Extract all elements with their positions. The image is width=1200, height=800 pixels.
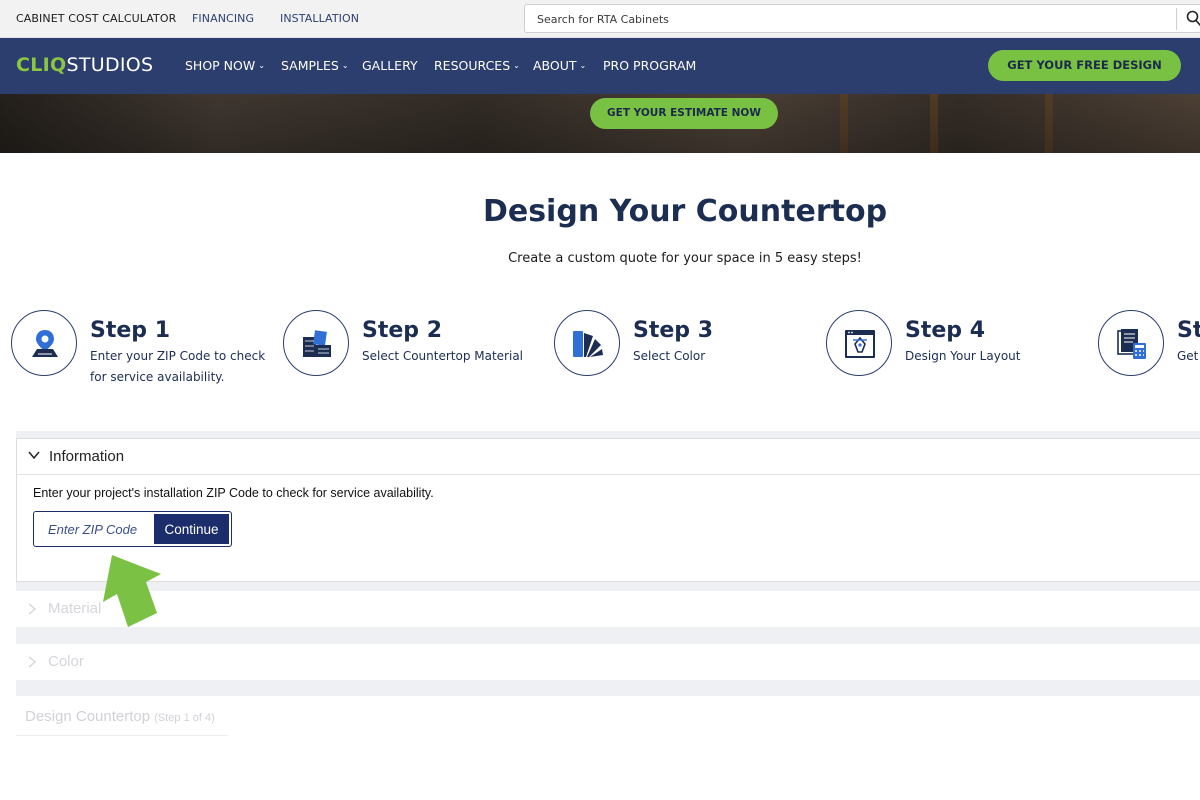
cliqstudios-logo[interactable]: CLIQSTUDIOS	[16, 54, 153, 76]
material-tiles-icon	[303, 330, 331, 357]
search-divider	[1176, 8, 1177, 30]
page-subtitle: Create a custom quote for your space in …	[508, 251, 862, 266]
design-divider	[16, 735, 228, 736]
step-1-description: Enter your ZIP Code to check for service…	[90, 346, 265, 388]
chevron-right-icon	[28, 656, 37, 668]
continue-button[interactable]: Continue	[154, 514, 229, 544]
design-countertop-section: Design Countertop (Step 1 of 4)	[16, 696, 1200, 800]
search-placeholder: Search for RTA Cabinets	[537, 13, 669, 26]
green-arrow-annotation	[103, 555, 161, 627]
zip-code-input[interactable]	[36, 514, 154, 544]
location-pin-icon	[32, 330, 58, 357]
design-pen-icon	[845, 330, 875, 358]
color-section[interactable]: Color	[16, 644, 1200, 680]
cabinet-cost-calculator-link[interactable]: CABINET COST CALCULATOR	[16, 12, 176, 25]
zip-code-form: Continue	[33, 511, 232, 547]
step-5-title: St	[1177, 318, 1200, 343]
chevron-down-icon: ⌄	[341, 61, 349, 70]
nav-samples[interactable]: SAMPLES ⌄	[281, 58, 349, 73]
step-2-desc-line: Select Countertop Material	[362, 349, 524, 363]
chevron-down-icon: ⌄	[579, 61, 587, 70]
installation-link[interactable]: INSTALLATION	[280, 12, 359, 25]
step-3-title: Step 3	[633, 318, 713, 343]
chevron-down-icon: ⌄	[513, 61, 520, 70]
chevron-down-icon: ⌄	[258, 61, 265, 70]
nav-pro-program-label: PRO PROGRAM	[603, 58, 697, 73]
step-5-desc-line: Get	[1177, 349, 1199, 363]
nav-samples-label: SAMPLES	[281, 58, 339, 73]
information-instructions: Enter your project's installation ZIP Co…	[33, 486, 434, 500]
nav-resources[interactable]: RESOURCES ⌄	[434, 58, 520, 73]
nav-gallery-label: GALLERY	[362, 58, 418, 73]
step-1-circle	[11, 310, 77, 376]
chevron-right-icon	[28, 603, 37, 615]
step-3-desc-line: Select Color	[633, 349, 706, 363]
information-header[interactable]: Information	[17, 439, 1200, 475]
logo-cliq: CLIQ	[16, 54, 67, 76]
hero-banner: GET YOUR ESTIMATE NOW	[0, 94, 1200, 153]
main-nav: CLIQSTUDIOS SHOP NOW ⌄ SAMPLES ⌄ GALLERY R…	[0, 38, 1200, 94]
step-1-desc-line: Enter your ZIP Code to check	[90, 349, 266, 363]
step-2-description: Select Countertop Material	[362, 346, 523, 367]
logo-studios: STUDIOS	[66, 54, 154, 76]
step-5-circle	[1098, 310, 1164, 376]
step-3-description: Select Color	[633, 346, 705, 367]
step-4-circle	[826, 310, 892, 376]
get-estimate-button[interactable]: GET YOUR ESTIMATE NOW	[590, 98, 778, 129]
information-title: Information	[49, 448, 125, 465]
page-title: Design Your Countertop	[482, 194, 888, 229]
step-3-circle	[554, 310, 620, 376]
color-swatch-icon	[573, 331, 603, 357]
nav-about-label: ABOUT	[533, 58, 577, 73]
design-countertop-title: Design Countertop (Step 1 of 4)	[25, 708, 215, 725]
nav-pro-program[interactable]: PRO PROGRAM	[603, 58, 696, 73]
chevron-down-icon	[28, 451, 40, 460]
information-section: Information Enter your project's install…	[16, 438, 1200, 582]
step-1-desc-line: for service availability.	[90, 370, 225, 384]
nav-resources-label: RESOURCES	[434, 58, 511, 73]
step-2-title: Step 2	[362, 318, 442, 343]
step-4-description: Design Your Layout	[905, 346, 1020, 367]
step-2-circle	[283, 310, 349, 376]
nav-shop-now[interactable]: SHOP NOW ⌄	[185, 58, 265, 73]
design-countertop-label: Design Countertop	[25, 708, 151, 725]
search-input[interactable]: Search for RTA Cabinets	[524, 4, 1200, 33]
utility-bar: CABINET COST CALCULATOR FINANCING INSTAL…	[0, 0, 1200, 38]
get-free-design-button[interactable]: GET YOUR FREE DESIGN	[988, 50, 1181, 81]
step-4-title: Step 4	[905, 318, 985, 343]
step-4-desc-line: Design Your Layout	[905, 349, 1021, 363]
nav-shop-now-label: SHOP NOW	[185, 58, 256, 73]
financing-link[interactable]: FINANCING	[192, 12, 254, 25]
step-1-title: Step 1	[90, 318, 170, 343]
design-step-indicator: (Step 1 of 4)	[154, 712, 215, 724]
material-section[interactable]: Material	[16, 591, 1200, 627]
quote-calculator-icon	[1117, 329, 1146, 359]
search-icon[interactable]	[1186, 10, 1200, 27]
nav-about[interactable]: ABOUT ⌄	[533, 58, 586, 73]
color-title: Color	[48, 653, 84, 670]
step-5-description: Get	[1177, 346, 1198, 367]
nav-gallery[interactable]: GALLERY	[362, 58, 418, 73]
